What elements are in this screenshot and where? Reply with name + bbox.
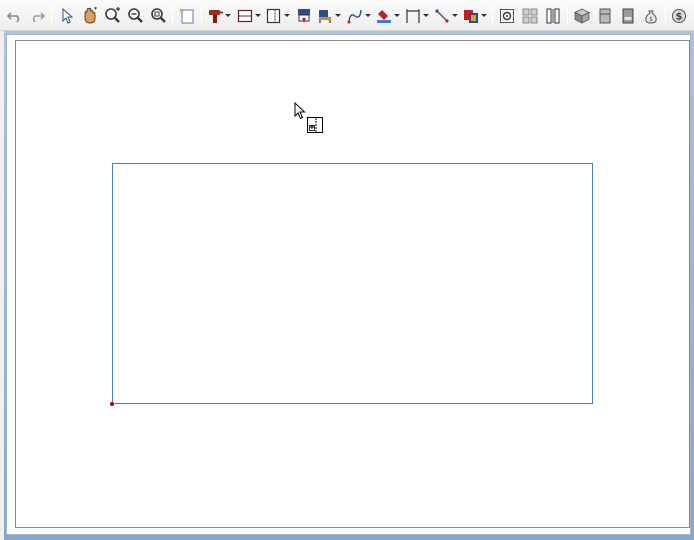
toolbar-separator [492, 6, 493, 25]
chevron-down-icon [365, 14, 371, 17]
redo-icon [29, 8, 45, 24]
place-cabinet-cursor-icon [307, 117, 324, 138]
select-button[interactable] [58, 5, 76, 26]
zoom-in-icon [104, 7, 121, 24]
door-icon [266, 8, 282, 24]
chair-icon [317, 8, 333, 24]
select-arrow-icon [59, 7, 75, 24]
cabinet-elevation-icon [597, 8, 613, 24]
zoom-in-button[interactable] [103, 5, 121, 26]
main-toolbar: $ $ [0, 0, 694, 31]
zoom-fit-button[interactable] [149, 5, 167, 26]
new-page-icon [179, 8, 195, 24]
pan-button[interactable] [80, 5, 100, 26]
chevron-down-icon [452, 14, 458, 17]
undo-icon [7, 8, 23, 24]
paint-fill-icon [376, 8, 392, 24]
columns-icon [545, 8, 561, 24]
zoom-out-icon [127, 7, 144, 24]
drill-tool-icon [207, 8, 223, 24]
undo-button[interactable] [6, 5, 24, 26]
3d-box-icon [574, 8, 590, 24]
chevron-down-icon [225, 14, 231, 17]
columns-button[interactable] [544, 5, 562, 26]
mouse-pointer-icon [294, 101, 306, 124]
layer-color-icon [463, 8, 479, 24]
wall-cabinet-dropdown[interactable] [236, 5, 262, 26]
settings-icon [499, 8, 515, 24]
toolbar-separator [567, 6, 568, 25]
toolbar-separator [51, 6, 52, 25]
zoom-fit-icon [150, 7, 167, 24]
curve-line-icon [347, 8, 363, 24]
fridge-button[interactable] [619, 5, 637, 26]
chevron-down-icon [255, 14, 261, 17]
svg-text:$: $ [676, 11, 683, 22]
toolbar-separator [201, 6, 202, 25]
pan-hand-icon [81, 6, 99, 25]
wall-cabinet-icon [237, 8, 253, 24]
line-tool-dropdown[interactable] [433, 5, 459, 26]
dimension-dropdown[interactable] [404, 5, 430, 26]
chevron-down-icon [284, 14, 290, 17]
chevron-down-icon [394, 14, 400, 17]
chair-dropdown[interactable] [316, 5, 342, 26]
money-bag-button[interactable]: $ [642, 5, 660, 26]
chevron-down-icon [423, 14, 429, 17]
line-tool-icon [434, 8, 450, 24]
cabinet-elevation-button[interactable] [596, 5, 614, 26]
toolbar-separator [172, 6, 173, 25]
toolbar-separator [665, 6, 666, 25]
3d-view-button[interactable] [573, 5, 591, 26]
chevron-down-icon [335, 14, 341, 17]
money-bag-icon: $ [643, 8, 659, 24]
dimension-icon [405, 8, 421, 24]
redo-button[interactable] [28, 5, 46, 26]
pricing-icon: $ [671, 8, 687, 24]
chevron-down-icon [481, 14, 487, 17]
room-corner-marker[interactable] [110, 402, 114, 406]
layer-color-dropdown[interactable] [462, 5, 488, 26]
drill-tool-dropdown[interactable] [206, 5, 232, 26]
svg-text:$: $ [649, 16, 653, 23]
settings-button[interactable] [498, 5, 516, 26]
room-outline[interactable] [112, 163, 593, 404]
door-dropdown[interactable] [265, 5, 291, 26]
zoom-out-button[interactable] [126, 5, 144, 26]
appliance-icon [296, 8, 312, 24]
grid-button[interactable] [521, 5, 539, 26]
pricing-button[interactable]: $ [670, 5, 688, 26]
curve-line-dropdown[interactable] [346, 5, 372, 26]
cabinet-design-app: $ $ [0, 0, 694, 540]
fridge-icon [620, 8, 636, 24]
grid-icon [522, 8, 538, 24]
new-page-button[interactable] [178, 5, 196, 26]
paint-fill-dropdown[interactable] [375, 5, 401, 26]
appliance-button[interactable] [295, 5, 313, 26]
